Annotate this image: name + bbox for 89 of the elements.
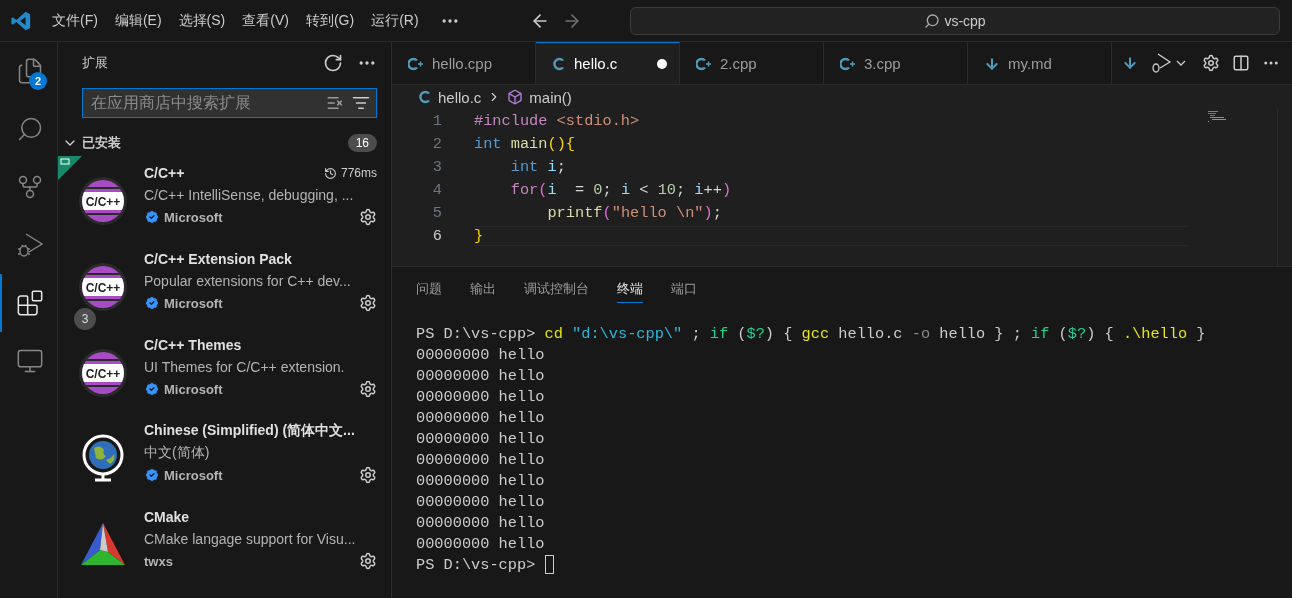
app-logo [10, 9, 32, 32]
sidebar-title: 扩展 [82, 54, 108, 72]
code-line: for(i = 0; i < 10; i++) [509, 179, 733, 200]
search-input[interactable]: 在应用商店中搜索扩展 [89, 93, 318, 113]
terminal-line: 00000000 hello [416, 534, 545, 553]
publisher-name: Microsoft [164, 467, 223, 483]
cpp-file-icon [696, 56, 712, 71]
extension-name[interactable]: C/C++ Themes [144, 337, 242, 353]
cpp-extension-logo: C/C++ [78, 348, 128, 398]
cpp-extension-logo: C/C++ [78, 262, 128, 312]
split-editor-icon[interactable] [1232, 54, 1250, 72]
line-number: 4 [431, 180, 442, 199]
breadcrumb-item[interactable]: main() [529, 88, 572, 106]
publisher-name: twxs [144, 553, 173, 569]
menu-item[interactable]: 查看(V) [242, 11, 289, 30]
settings-icon[interactable] [1202, 54, 1220, 72]
panel-tab[interactable]: 端口 [671, 273, 697, 303]
extension-description: UI Themes for C/C++ extension. [144, 359, 345, 375]
code-line: } [474, 225, 1188, 246]
history-icon [323, 166, 337, 180]
activity-bar-item[interactable]: 2 [0, 42, 57, 100]
publisher-name: Microsoft [164, 295, 223, 311]
panel-tab[interactable]: 输出 [470, 273, 496, 303]
menu-item[interactable]: 选择(S) [178, 11, 226, 30]
extension-name[interactable]: CMake [144, 509, 190, 525]
menu-item[interactable]: 运行(R) [371, 11, 419, 30]
editor-tab[interactable]: hello.c [536, 42, 680, 84]
menu-item[interactable]: 文件(F) [52, 11, 98, 30]
extension-name[interactable]: C/C++ [144, 165, 185, 181]
code-line: int main(){ [474, 133, 576, 154]
count-badge: 3 [74, 308, 96, 330]
settings-icon[interactable] [359, 380, 377, 398]
count-badge: 2 [29, 72, 47, 90]
terminal-line: PS D:\vs-cpp> [416, 555, 537, 574]
extensions-icon [15, 289, 44, 317]
cpp-extension-logo: C/C++ [78, 176, 128, 226]
publisher-name: Microsoft [164, 381, 223, 397]
terminal-line: 00000000 hello [416, 345, 545, 364]
line-number: 5 [431, 203, 442, 222]
c-file-icon [418, 90, 432, 104]
extension-name[interactable]: C/C++ Extension Pack [144, 251, 292, 267]
line-number: 3 [431, 157, 442, 176]
section-title[interactable]: 已安装 [82, 134, 121, 152]
remote-explorer-icon [15, 347, 44, 375]
cube-icon [507, 89, 524, 105]
filter-icon[interactable] [352, 94, 370, 112]
code-line: int i; [509, 156, 567, 177]
settings-icon[interactable] [359, 466, 377, 484]
extension-description: CMake langage support for Visu... [144, 531, 356, 547]
cpp-file-icon [840, 56, 856, 71]
clear-filter-icon[interactable] [326, 94, 344, 112]
activation-time: 776ms [340, 166, 377, 180]
terminal-line: 00000000 hello [416, 387, 545, 406]
terminal-line: 00000000 hello [416, 408, 545, 427]
line-number: 2 [431, 134, 442, 153]
extension-description: C/C++ IntelliSense, debugging, ... [144, 187, 354, 203]
code-line: #include <stdio.h> [474, 110, 641, 131]
line-number: 6 [431, 226, 442, 245]
line-number: 1 [431, 111, 442, 130]
terminal-line: 00000000 hello [416, 450, 545, 469]
terminal-line: 00000000 hello [416, 492, 545, 511]
settings-icon[interactable] [359, 552, 377, 570]
extension-description: Popular extensions for C++ dev... [144, 273, 351, 289]
panel-tab[interactable]: 终端 [617, 273, 643, 303]
terminal-line: 00000000 hello [416, 471, 545, 490]
refresh-icon[interactable] [323, 53, 343, 73]
extension-description: 中文(简体) [144, 444, 210, 462]
command-center[interactable]: vs-cpp [630, 6, 1280, 35]
count-badge: 16 [347, 134, 377, 152]
menu-item[interactable]: 转到(G) [305, 11, 355, 30]
minimap-drawing [1208, 111, 1226, 122]
publisher-name: Microsoft [164, 209, 223, 225]
code-line: printf("hello \n"); [546, 202, 723, 223]
breadcrumb-item[interactable]: hello.c [438, 88, 482, 106]
cpp-file-icon [408, 56, 424, 71]
terminal-line: 00000000 hello [416, 366, 545, 385]
panel-tab[interactable]: 问题 [416, 273, 442, 303]
download-arrow-icon [984, 55, 1000, 72]
search-icon [924, 12, 941, 29]
terminal-line: PS D:\vs-cpp> cd "d:\vs-cpp\" ; if ($?) { gcc hello.c -o hello } ; if ($?) { .\hello } [416, 324, 1206, 343]
panel-tab[interactable]: 调试控制台 [524, 273, 589, 303]
terminal-line: 00000000 hello [416, 513, 545, 532]
c-file-icon [552, 56, 566, 71]
settings-icon[interactable] [359, 208, 377, 226]
extension-name[interactable]: Chinese (Simplified) (简体中文... [144, 422, 355, 440]
settings-icon[interactable] [359, 294, 377, 312]
menu-item[interactable]: 编辑(E) [114, 11, 162, 30]
terminal-line: 00000000 hello [416, 429, 545, 448]
search-field[interactable]: 在应用商店中搜索扩展 [82, 88, 377, 118]
